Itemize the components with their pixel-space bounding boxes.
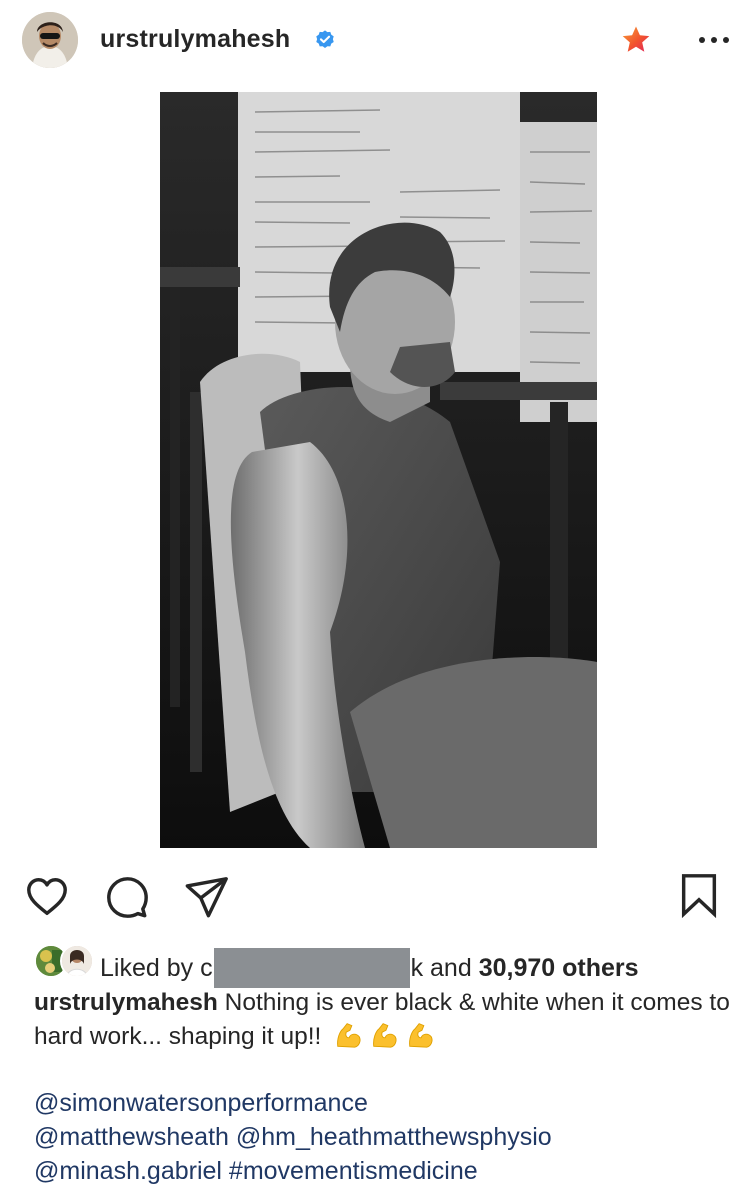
flexed-biceps-emoji: [370, 1020, 400, 1050]
hashtag-link[interactable]: #movementismedicine: [229, 1157, 478, 1185]
mention-link[interactable]: @minash.gabriel: [34, 1157, 222, 1185]
likes-row[interactable]: Liked by c k and 30,970 others: [34, 940, 734, 988]
post-header: urstrulymahesh: [0, 0, 756, 82]
heart-icon[interactable]: [24, 874, 70, 920]
caption: urstrulymahesh Nothing is ever black & w…: [34, 986, 734, 1054]
comment-icon[interactable]: [104, 874, 150, 920]
verified-badge-icon: [314, 29, 336, 51]
mentions-block: @simonwatersonperformance @matthewsheath…: [34, 1086, 734, 1188]
mention-link[interactable]: @hm_heathmatthewsphysio: [236, 1123, 552, 1151]
header-username[interactable]: urstrulymahesh: [100, 25, 290, 54]
bookmark-icon[interactable]: [676, 872, 722, 919]
flexed-biceps-emoji: [406, 1020, 436, 1050]
likes-text: Liked by c k and 30,970 others: [100, 948, 639, 988]
likes-and: and: [430, 954, 472, 982]
redacted-name: [213, 948, 410, 988]
flexed-biceps-emoji: [334, 1020, 364, 1050]
post-image[interactable]: [160, 92, 597, 848]
mention-link[interactable]: @matthewsheath: [34, 1123, 229, 1151]
share-icon[interactable]: [184, 874, 230, 920]
caption-username[interactable]: urstrulymahesh: [34, 989, 218, 1016]
liker-name-end[interactable]: k: [411, 954, 424, 982]
mention-link[interactable]: @simonwatersonperformance: [34, 1089, 368, 1117]
likes-count[interactable]: 30,970 others: [479, 954, 639, 982]
liker-name-start[interactable]: c: [200, 954, 213, 982]
liked-by-label: Liked by: [100, 954, 194, 982]
liker-avatar[interactable]: [60, 944, 94, 978]
more-options-icon[interactable]: [694, 28, 734, 52]
profile-avatar[interactable]: [22, 12, 78, 68]
star-icon[interactable]: [620, 24, 652, 56]
